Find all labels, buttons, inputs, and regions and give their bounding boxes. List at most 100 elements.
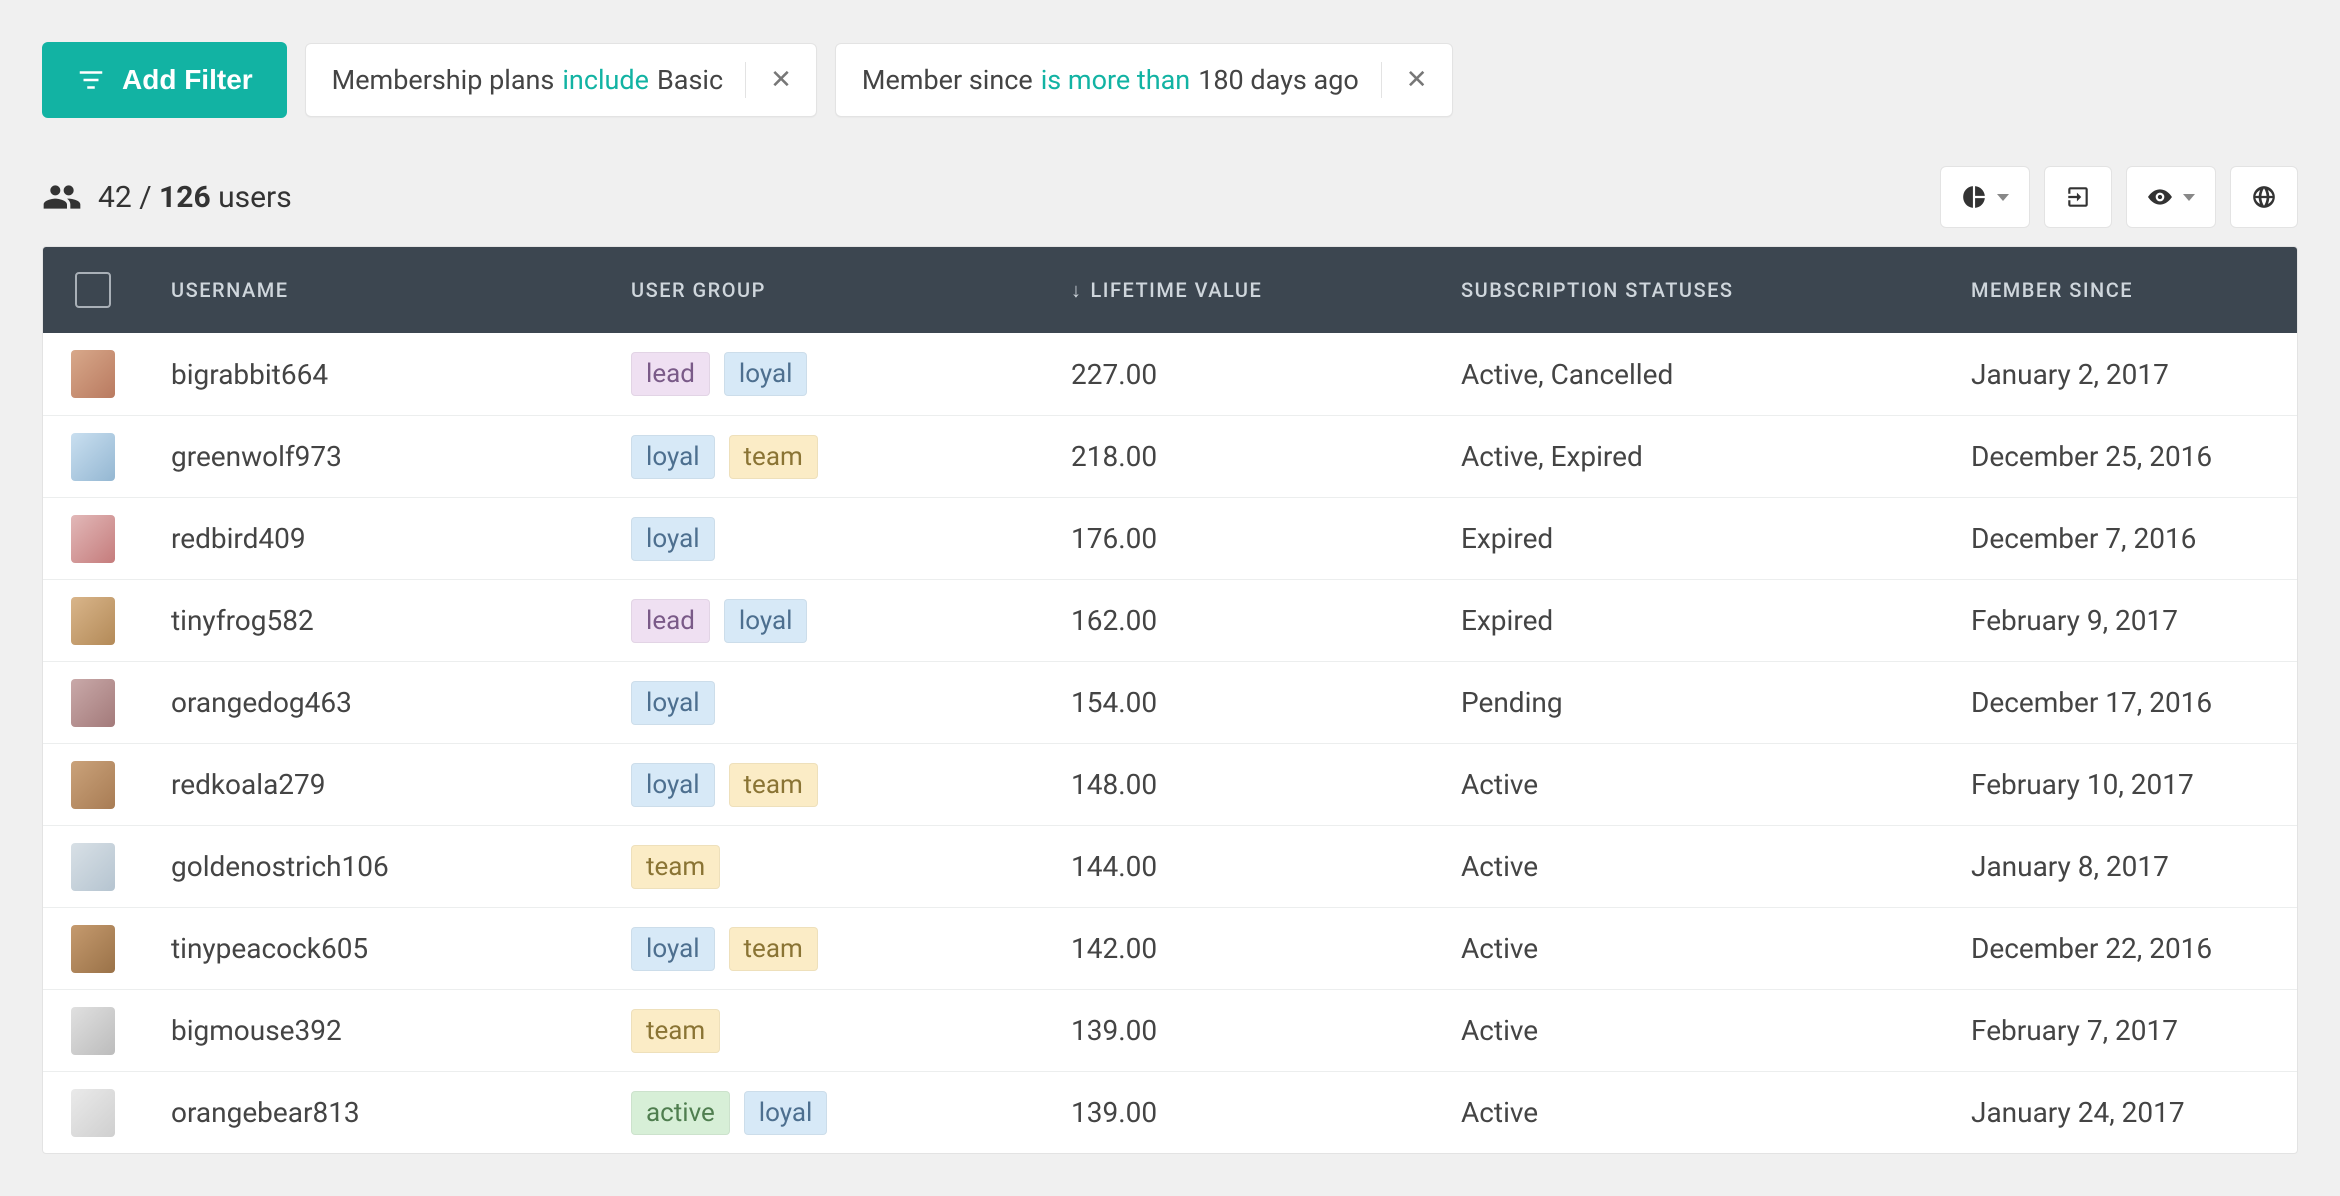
user-group-cell: loyal team [603,763,1043,807]
filter-value: Basic [657,64,723,96]
add-filter-label: Add Filter [122,64,253,96]
group-tag-loyal: loyal [631,763,715,807]
filter-chip[interactable]: Member sinceis more than180 days ago✕ [835,43,1453,117]
group-tag-loyal: loyal [744,1091,828,1135]
subscription-status-cell: Active [1433,1096,1943,1129]
filter-icon [76,65,106,95]
table-row[interactable]: redbird409loyal176.00ExpiredDecember 7, … [43,497,2297,579]
col-member-since[interactable]: MEMBER SINCE [1943,278,2297,302]
count-separator: / [139,180,151,215]
sort-desc-icon: ↓ [1071,278,1083,303]
lifetime-value-cell: 176.00 [1043,522,1433,555]
table-row[interactable]: tinypeacock605loyal team142.00ActiveDece… [43,907,2297,989]
visibility-button[interactable] [2126,166,2216,228]
subscription-status-cell: Active, Expired [1433,440,1943,473]
user-group-cell: loyal team [603,435,1043,479]
member-since-cell: January 2, 2017 [1943,358,2297,391]
table-row[interactable]: goldenostrich106team144.00ActiveJanuary … [43,825,2297,907]
col-subscription-statuses[interactable]: SUBSCRIPTION STATUSES [1433,278,1943,302]
action-buttons [1940,166,2298,228]
close-icon[interactable]: ✕ [1400,65,1434,95]
group-tag-loyal: loyal [724,599,808,643]
table-body: bigrabbit664lead loyal227.00Active, Canc… [43,333,2297,1153]
people-icon [42,177,82,217]
table-row[interactable]: orangebear813active loyal139.00ActiveJan… [43,1071,2297,1153]
table-row[interactable]: greenwolf973loyal team218.00Active, Expi… [43,415,2297,497]
user-group-cell: team [603,845,1043,889]
username-cell: tinyfrog582 [143,604,603,637]
user-group-cell: lead loyal [603,599,1043,643]
col-lifetime-value[interactable]: ↓ LIFETIME VALUE [1043,278,1433,303]
group-tag-loyal: loyal [631,681,715,725]
table-row[interactable]: redkoala279loyal team148.00ActiveFebruar… [43,743,2297,825]
member-since-cell: December 25, 2016 [1943,440,2297,473]
username-cell: redbird409 [143,522,603,555]
avatar [71,761,115,809]
avatar [71,597,115,645]
count-area: 42 / 126 users [42,177,292,217]
lifetime-value-cell: 218.00 [1043,440,1433,473]
group-tag-loyal: loyal [631,435,715,479]
member-since-cell: January 8, 2017 [1943,850,2297,883]
filter-chip[interactable]: Membership plansincludeBasic✕ [305,43,817,117]
eye-icon [2147,184,2173,210]
username-cell: bigrabbit664 [143,358,603,391]
group-tag-lead: lead [631,599,710,643]
filter-operator: is more than [1033,64,1199,96]
subscription-status-cell: Pending [1433,686,1943,719]
group-tag-team: team [729,927,818,971]
chevron-down-icon [2183,194,2195,201]
export-icon [2065,184,2091,210]
table-row[interactable]: orangedog463 loyal 154.00PendingDecember 1… [43,661,2297,743]
filter-field: Membership plans [332,64,555,96]
avatar [71,679,115,727]
group-tag-active: active [631,1091,730,1135]
col-user-group[interactable]: USER GROUP [603,278,1043,302]
member-since-cell: February 9, 2017 [1943,604,2297,637]
avatar [71,1089,115,1137]
lifetime-value-cell: 227.00 [1043,358,1433,391]
username-cell: bigmouse392 [143,1014,603,1047]
select-all-checkbox[interactable] [75,272,111,308]
col-username[interactable]: USERNAME [143,278,603,302]
add-filter-button[interactable]: Add Filter [42,42,287,118]
subscription-status-cell: Expired [1433,604,1943,637]
username-cell: redkoala279 [143,768,603,801]
subscription-status-cell: Active [1433,850,1943,883]
export-button[interactable] [2044,166,2112,228]
subscription-status-cell: Active [1433,932,1943,965]
table-header: USERNAME USER GROUP ↓ LIFETIME VALUE SUB… [43,247,2297,333]
group-tag-lead: lead [631,352,710,396]
member-since-cell: January 24, 2017 [1943,1096,2297,1129]
close-icon[interactable]: ✕ [764,65,798,95]
group-tag-team: team [631,845,720,889]
subscription-status-cell: Active [1433,768,1943,801]
avatar [71,515,115,563]
user-group-cell: loyal [603,681,1043,725]
member-since-cell: December 22, 2016 [1943,932,2297,965]
table-row[interactable]: bigmouse392team139.00ActiveFebruary 7, 2… [43,989,2297,1071]
subscription-status-cell: Active [1433,1014,1943,1047]
lifetime-value-cell: 162.00 [1043,604,1433,637]
avatar [71,350,115,398]
table-row[interactable]: tinyfrog582lead loyal162.00ExpiredFebrua… [43,579,2297,661]
lifetime-value-cell: 148.00 [1043,768,1433,801]
toolbar: Add Filter Membership plansincludeBasic✕… [42,42,2298,118]
lifetime-value-cell: 154.00 [1043,686,1433,719]
username-cell: tinypeacock605 [143,932,603,965]
group-tag-loyal: loyal [724,352,808,396]
group-tag-team: team [729,763,818,807]
username-cell: goldenostrich106 [143,850,603,883]
table-row[interactable]: bigrabbit664lead loyal227.00Active, Canc… [43,333,2297,415]
chart-button[interactable] [1940,166,2030,228]
group-tag-loyal: loyal [631,927,715,971]
summary-row: 42 / 126 users [42,166,2298,228]
user-group-cell: lead loyal [603,352,1043,396]
member-since-cell: December 17, 2016 [1943,686,2297,719]
group-tag-team: team [631,1009,720,1053]
avatar [71,925,115,973]
total-count: 126 [159,180,211,215]
subscription-status-cell: Active, Cancelled [1433,358,1943,391]
public-button[interactable] [2230,166,2298,228]
username-cell: orangedog463 [143,686,603,719]
